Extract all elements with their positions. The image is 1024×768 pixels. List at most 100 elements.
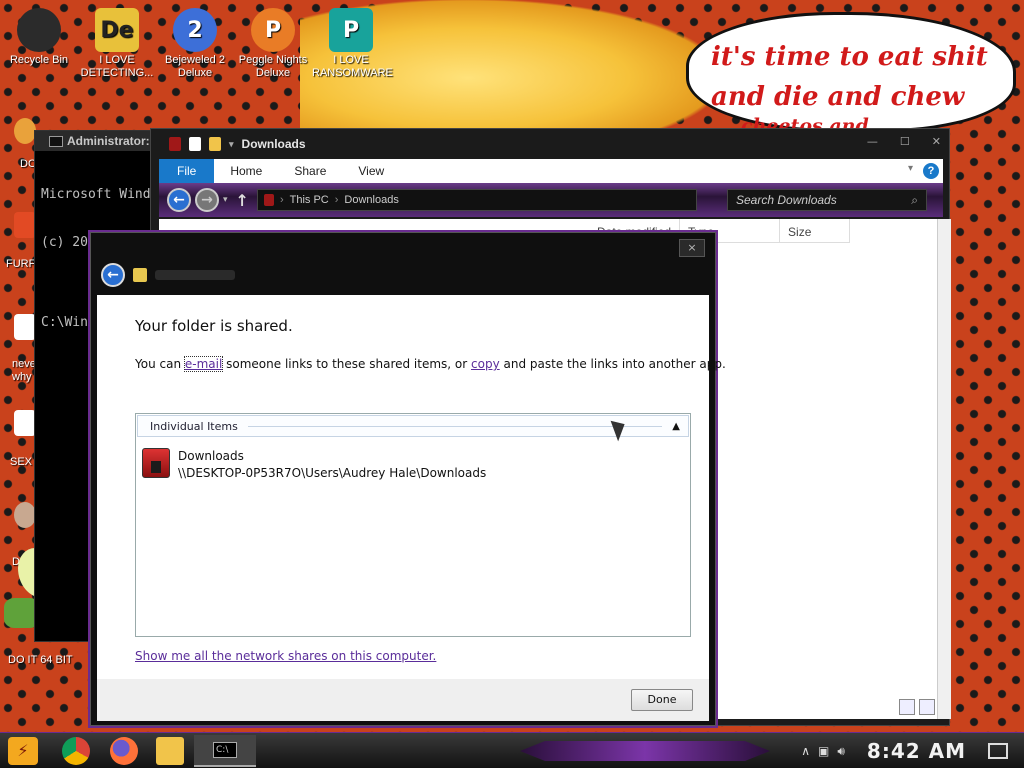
back-button[interactable]: ← <box>167 188 191 212</box>
forward-button[interactable]: → <box>195 188 219 212</box>
up-button[interactable]: ↑ <box>236 191 249 210</box>
network-shares-link[interactable]: Show me all the network shares on this c… <box>135 649 436 663</box>
dialog-footer: Done <box>97 679 709 721</box>
help-icon[interactable]: ? <box>923 163 939 179</box>
email-link[interactable]: e-mail <box>183 356 224 372</box>
shared-items-list[interactable]: Individual Items ▲ Downloads \\DESKTOP-0… <box>135 413 691 637</box>
tab-view[interactable]: View <box>342 164 400 178</box>
drive-icon <box>263 194 274 206</box>
file-explorer-icon[interactable] <box>156 737 184 765</box>
desktop-icon-label: Recycle Bin <box>9 54 69 66</box>
desktop-left-label-4[interactable]: why <box>12 371 32 384</box>
breadcrumb-this-pc[interactable]: This PC <box>290 194 329 206</box>
speech-line-1: it's time to eat shit <box>711 42 988 72</box>
bejeweled-icon: 2 <box>173 8 217 52</box>
network-icon[interactable]: ▣ <box>818 744 829 758</box>
cmd-titlebar[interactable]: Administrator: <box>35 131 163 151</box>
explorer-title: Downloads <box>241 137 306 151</box>
desktop-icon-peggle[interactable]: P Peggle Nights Deluxe <box>234 8 312 80</box>
desktop-icon-label: Peggle Nights Deluxe <box>238 54 308 79</box>
system-tray: ∧ ▣ 🔊︎ 8:42 AM <box>801 733 1024 768</box>
desktop-icon-detecting[interactable]: De I LOVE DETECTING... <box>78 8 156 80</box>
column-size[interactable]: Size <box>780 219 851 242</box>
notification-icon[interactable] <box>988 743 1008 759</box>
folder-icon <box>142 448 170 478</box>
tab-home[interactable]: Home <box>214 164 278 178</box>
shared-folder-icon <box>133 268 147 282</box>
photo-icon[interactable] <box>14 502 36 528</box>
desktop-left-label-2[interactable]: FURF <box>6 258 35 271</box>
close-icon[interactable]: ✕ <box>932 135 941 148</box>
chrome-icon[interactable] <box>14 118 36 144</box>
collapse-icon[interactable]: ▲ <box>672 421 688 432</box>
publisher-icon: P <box>329 8 373 52</box>
tab-share[interactable]: Share <box>278 164 342 178</box>
breadcrumb-separator-icon: › <box>334 194 339 206</box>
share-dialog[interactable]: × ← Your folder is shared. You can e-mai… <box>90 232 726 726</box>
peggle-icon: P <box>251 8 295 52</box>
ribbon: File Home Share View ▾ ? <box>159 159 943 183</box>
cmd-icon: C:\ <box>213 742 237 758</box>
details-view-icon[interactable] <box>899 699 915 715</box>
recent-locations-icon[interactable]: ▾ <box>223 195 228 205</box>
breadcrumb-downloads[interactable]: Downloads <box>344 194 398 206</box>
taskbar-cmd-button[interactable]: C:\ <box>194 735 256 767</box>
drive-icon <box>169 137 181 151</box>
sex-file-icon[interactable] <box>14 410 36 436</box>
vertical-scrollbar[interactable] <box>937 219 951 719</box>
cmd-line-1: Microsoft Wind <box>41 187 151 202</box>
new-folder-icon[interactable] <box>209 137 221 151</box>
desktop-left-label-5[interactable]: SEX <box>10 456 32 469</box>
customize-toolbar-icon[interactable]: ▾ <box>229 139 234 150</box>
breadcrumb-separator-icon: › <box>279 194 284 206</box>
taskbar: ⚡ C:\ ∧ ▣ 🔊︎ 8:42 AM <box>0 732 1024 768</box>
volume-icon[interactable]: 🔊︎ <box>837 744 845 759</box>
speech-bubble: it's time to eat shit and die and chew c… <box>686 12 1016 136</box>
speech-line-2: and die and chew <box>711 82 965 112</box>
back-button[interactable]: ← <box>101 263 125 287</box>
desktop-left-label-7[interactable]: DO IT 64 BIT <box>8 654 73 667</box>
document-icon[interactable] <box>14 314 36 340</box>
desktop-icon-ransomware[interactable]: P I LOVE RANSOMWARE <box>312 8 393 80</box>
maximize-icon[interactable]: ☐ <box>900 135 910 148</box>
dialog-heading: Your folder is shared. <box>135 317 293 335</box>
close-button[interactable]: × <box>679 239 705 257</box>
explorer-titlebar[interactable]: ▾ Downloads <box>151 129 949 159</box>
detective-game-icon: De <box>95 8 139 52</box>
start-button[interactable]: ⚡ <box>8 737 38 765</box>
cmd-title: Administrator: <box>67 134 150 148</box>
minimize-icon[interactable]: — <box>867 135 878 148</box>
chevron-down-icon[interactable]: ▾ <box>908 163 913 174</box>
view-toggle <box>899 699 935 715</box>
desktop-icon-label: I LOVE DETECTING... <box>80 54 154 79</box>
group-header-label: Individual Items <box>150 419 238 433</box>
dialog-title-blurred <box>155 270 235 280</box>
dialog-instructions: You can e-mail someone links to these sh… <box>135 356 726 372</box>
properties-icon[interactable] <box>189 137 201 151</box>
tab-file[interactable]: File <box>159 159 215 183</box>
taskbar-decoration <box>520 741 770 761</box>
clock[interactable]: 8:42 AM <box>853 739 980 763</box>
dialog-header: ← <box>101 263 235 287</box>
search-input[interactable]: Search Downloads ⌕ <box>727 189 927 211</box>
desktop-icon-recycle-bin[interactable]: Recycle Bin <box>0 8 78 67</box>
done-button[interactable]: Done <box>631 689 693 711</box>
desktop-icon-bejeweled[interactable]: 2 Bejeweled 2 Deluxe <box>156 8 234 80</box>
furf-icon[interactable] <box>14 212 36 238</box>
firefox-icon[interactable] <box>110 737 138 765</box>
desktop-left-label-3[interactable]: neve <box>12 358 36 371</box>
address-bar[interactable]: › This PC › Downloads <box>256 189 697 211</box>
copy-link[interactable]: copy <box>471 357 500 371</box>
instructions-text: someone links to these shared items, or <box>222 357 472 371</box>
chrome-icon[interactable] <box>62 737 90 765</box>
search-icon[interactable]: ⌕ <box>911 193 918 208</box>
large-icons-view-icon[interactable] <box>919 699 935 715</box>
show-hidden-icons-icon[interactable]: ∧ <box>801 744 810 758</box>
list-item[interactable]: Downloads \\DESKTOP-0P53R7O\Users\Audrey… <box>136 438 690 482</box>
group-header[interactable]: Individual Items ▲ <box>137 415 689 437</box>
item-name: Downloads <box>178 449 244 463</box>
navigation-bar: ← → ▾ ↑ › This PC › Downloads Search Dow… <box>159 183 943 217</box>
recycle-bin-icon <box>17 8 61 52</box>
dialog-body: Your folder is shared. You can e-mail so… <box>97 295 726 679</box>
window-controls: — ☐ ✕ <box>867 135 941 148</box>
